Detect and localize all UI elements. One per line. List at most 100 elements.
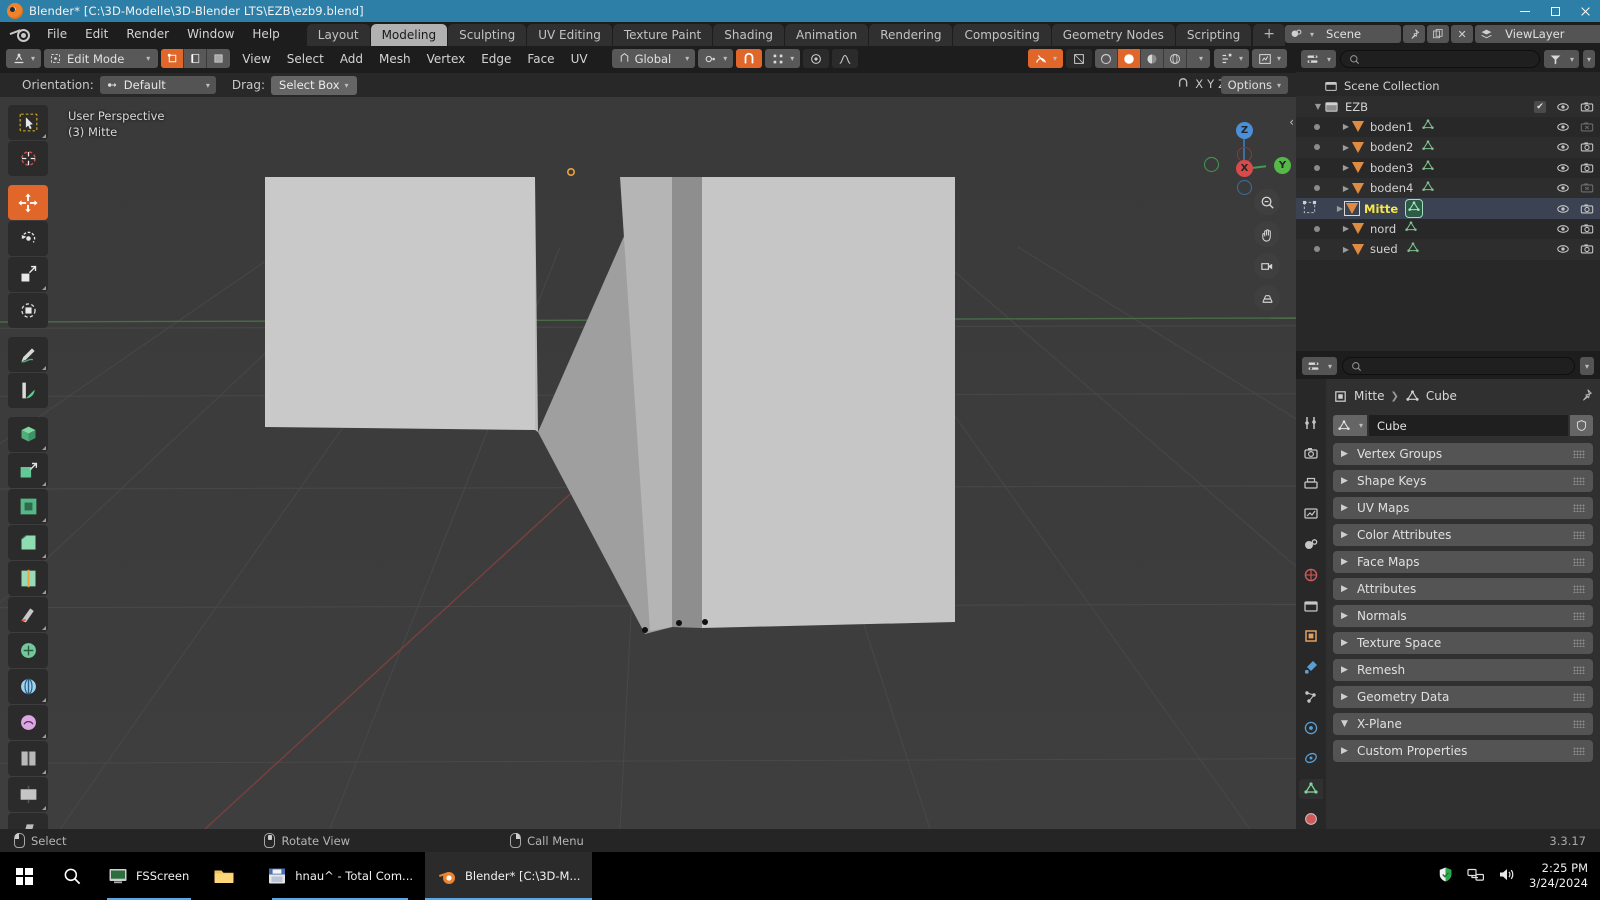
- vertex-select-icon[interactable]: [161, 49, 185, 68]
- constraints-tab[interactable]: [1299, 749, 1323, 769]
- gizmo-axis-neg-z[interactable]: [1237, 180, 1252, 195]
- gizmo-axis-z[interactable]: Z: [1236, 122, 1253, 139]
- outliner-row-scene-collection[interactable]: Scene Collection: [1296, 76, 1600, 96]
- drag-dropdown[interactable]: Select Box ▾: [271, 75, 357, 95]
- taskbar-app-fsscreen[interactable]: FSScreen: [96, 852, 201, 900]
- menu-window[interactable]: Window: [178, 24, 243, 44]
- drag-grip-icon[interactable]: [1573, 585, 1585, 593]
- face-select-icon[interactable]: [207, 49, 230, 68]
- proportional-falloff-icon[interactable]: [832, 49, 859, 68]
- particles-tab[interactable]: [1299, 688, 1323, 708]
- drag-grip-icon[interactable]: [1573, 531, 1585, 539]
- properties-editor-icon[interactable]: ▾: [1302, 357, 1338, 375]
- panel-remesh[interactable]: ▶ Remesh: [1333, 659, 1593, 681]
- gizmo-axis-x[interactable]: X: [1236, 160, 1253, 177]
- shear-tool[interactable]: [8, 813, 48, 829]
- collection-expand-arrow[interactable]: ▼: [1312, 102, 1324, 111]
- shading-options-dropdown[interactable]: ▾: [1187, 49, 1210, 68]
- tool-tab[interactable]: [1299, 413, 1323, 433]
- close-button[interactable]: [1570, 0, 1600, 22]
- view-layer-tab[interactable]: [1299, 505, 1323, 525]
- breadcrumb-object[interactable]: Mitte: [1354, 389, 1384, 403]
- outliner-row-boden1[interactable]: ▶ boden1: [1296, 117, 1600, 137]
- measure-tool[interactable]: [8, 373, 48, 408]
- camera-icon[interactable]: [1580, 120, 1594, 134]
- mesh-data-browse-button[interactable]: ▾: [1333, 415, 1368, 436]
- minimize-button[interactable]: [1510, 0, 1540, 22]
- eye-icon[interactable]: [1556, 140, 1570, 154]
- panel-shape-keys[interactable]: ▶ Shape Keys: [1333, 470, 1593, 492]
- taskbar-app-total-commander[interactable]: hnau^ - Total Com...: [255, 852, 425, 900]
- tab-scripting[interactable]: Scripting: [1175, 24, 1252, 46]
- output-tab[interactable]: [1299, 474, 1323, 494]
- proportional-editing-icon[interactable]: [803, 49, 830, 68]
- render-tab[interactable]: [1299, 444, 1323, 464]
- menu-select[interactable]: Select: [279, 49, 332, 69]
- network-icon[interactable]: [1467, 866, 1485, 886]
- material-preview-icon[interactable]: [1117, 49, 1141, 68]
- panel-geometry-data[interactable]: ▶ Geometry Data: [1333, 686, 1593, 708]
- eye-icon[interactable]: [1556, 161, 1570, 175]
- panel-x-plane[interactable]: ▼ X-Plane: [1333, 713, 1593, 735]
- world-tab[interactable]: [1299, 566, 1323, 586]
- menu-edge[interactable]: Edge: [473, 49, 519, 69]
- menu-add[interactable]: Add: [332, 49, 371, 69]
- camera-icon[interactable]: [1580, 202, 1594, 216]
- tab-animation[interactable]: Animation: [785, 24, 869, 46]
- drag-grip-icon[interactable]: [1573, 612, 1585, 620]
- material-tab[interactable]: [1299, 810, 1323, 830]
- edge-select-icon[interactable]: [184, 49, 208, 68]
- rendered-preview-icon[interactable]: [1164, 49, 1187, 68]
- menu-file[interactable]: File: [38, 24, 76, 44]
- expand-arrow[interactable]: ▶: [1340, 224, 1352, 233]
- tab-modeling[interactable]: Modeling: [370, 24, 448, 46]
- drag-grip-icon[interactable]: [1573, 450, 1585, 458]
- expand-arrow[interactable]: ▶: [1340, 122, 1352, 131]
- filter-icon[interactable]: ▾: [1543, 50, 1579, 68]
- menu-edit[interactable]: Edit: [76, 24, 117, 44]
- eye-icon[interactable]: [1556, 181, 1570, 195]
- drag-grip-icon[interactable]: [1573, 720, 1585, 728]
- properties-search-input[interactable]: [1342, 357, 1575, 375]
- taskbar-clock[interactable]: 2:25 PM 3/24/2024: [1529, 861, 1588, 891]
- panel-normals[interactable]: ▶ Normals: [1333, 605, 1593, 627]
- search-icon[interactable]: [48, 852, 96, 900]
- modifier-tab[interactable]: [1299, 657, 1323, 677]
- poly-build-tool[interactable]: [8, 633, 48, 668]
- outliner-row-boden2[interactable]: ▶ boden2: [1296, 137, 1600, 158]
- outliner-row-boden3[interactable]: ▶ boden3: [1296, 158, 1600, 178]
- pin-icon[interactable]: [1579, 388, 1593, 405]
- add-workspace-button[interactable]: +: [1253, 24, 1286, 46]
- menu-uv[interactable]: UV: [563, 49, 596, 69]
- panel-custom-properties[interactable]: ▶ Custom Properties: [1333, 740, 1593, 762]
- panel-uv-maps[interactable]: ▶ UV Maps: [1333, 497, 1593, 519]
- properties-options-dropdown[interactable]: ▾: [1579, 357, 1594, 375]
- gizmo-axis-neg-x[interactable]: [1204, 157, 1219, 172]
- gizmo-axis-y[interactable]: Y: [1274, 157, 1291, 174]
- options-dropdown[interactable]: Options ▾: [1220, 76, 1288, 94]
- sidebar-collapse-icon[interactable]: ‹: [1289, 115, 1294, 129]
- drag-grip-icon[interactable]: [1573, 693, 1585, 701]
- rotate-tool[interactable]: [8, 221, 48, 256]
- navigation-gizmo[interactable]: Z X Y: [1196, 109, 1291, 195]
- menu-face[interactable]: Face: [519, 49, 562, 69]
- mesh-data-name-input[interactable]: Cube: [1369, 415, 1568, 436]
- bevel-tool[interactable]: [8, 525, 48, 560]
- camera-icon[interactable]: [1580, 222, 1594, 236]
- scale-tool[interactable]: [8, 257, 48, 292]
- pivot-point-icon[interactable]: ▾: [698, 49, 734, 68]
- tab-sculpting[interactable]: Sculpting: [448, 24, 527, 46]
- eye-icon[interactable]: [1556, 222, 1570, 236]
- expand-arrow[interactable]: ▶: [1334, 204, 1346, 213]
- eye-icon[interactable]: [1556, 242, 1570, 256]
- outliner-row-mitte[interactable]: ▶ Mitte: [1296, 198, 1600, 219]
- knife-tool[interactable]: [8, 597, 48, 632]
- smooth-tool[interactable]: [8, 705, 48, 740]
- expand-arrow[interactable]: ▶: [1340, 184, 1352, 193]
- edge-slide-tool[interactable]: [8, 741, 48, 776]
- annotate-tool[interactable]: [8, 337, 48, 372]
- editor-type-icon[interactable]: ▾: [6, 49, 42, 68]
- taskbar-app-blender[interactable]: Blender* [C:\3D-M...: [425, 852, 593, 900]
- camera-icon[interactable]: [1580, 242, 1594, 256]
- drag-grip-icon[interactable]: [1573, 747, 1585, 755]
